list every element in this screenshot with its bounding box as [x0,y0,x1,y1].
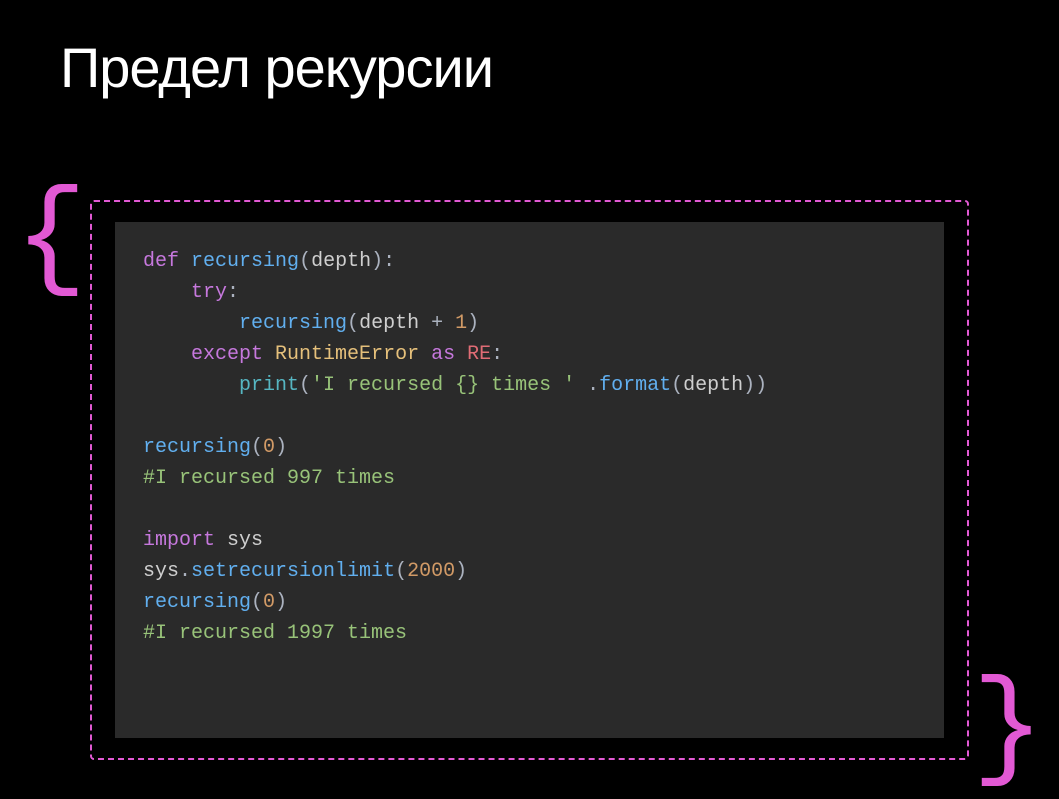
type-runtimeerror: RuntimeError [275,343,419,366]
slide-title: Предел рекурсии [0,0,1059,100]
brace-left-icon: { [15,180,87,300]
brace-right-icon: } [972,670,1044,790]
kw-except: except [191,343,263,366]
kw-def: def [143,250,179,273]
code-block: def recursing(depth): try: recursing(dep… [143,246,916,649]
comment-1997: #I recursed 1997 times [143,622,407,645]
comment-997: #I recursed 997 times [143,467,395,490]
call-print: print [239,374,299,397]
fn-recursing: recursing [191,250,299,273]
kw-try: try [191,281,227,304]
code-panel: def recursing(depth): try: recursing(dep… [115,222,944,738]
kw-import: import [143,529,215,552]
code-stage: { def recursing(depth): try: recursing(d… [40,200,1019,760]
